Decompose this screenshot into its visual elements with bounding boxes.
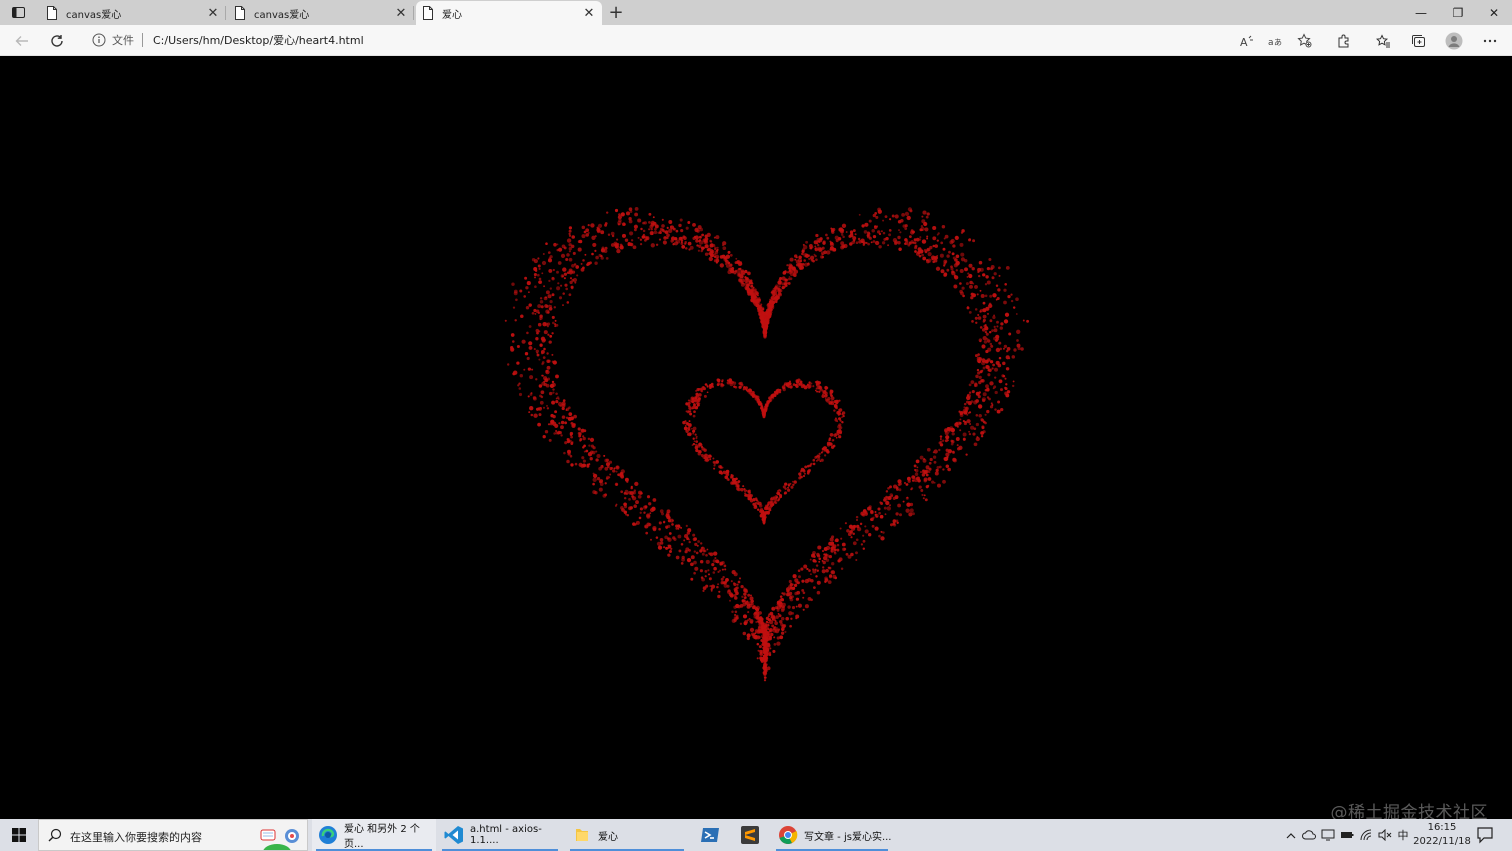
taskbar-app-folder[interactable]: 爱心 <box>566 819 688 851</box>
restore-button[interactable]: ❐ <box>1440 0 1476 25</box>
minimize-button[interactable]: — <box>1403 0 1439 25</box>
search-icon <box>48 828 62 842</box>
tab-actions-icon <box>11 7 25 18</box>
new-tab-button[interactable]: + <box>606 2 626 23</box>
chrome-icon <box>779 826 798 844</box>
wifi-icon <box>1360 829 1372 841</box>
svg-text:あ: あ <box>1274 38 1282 47</box>
clock-date: 2022/11/18 <box>1413 836 1471 847</box>
taskbar-app-edge[interactable]: 爱心 和另外 2 个页... <box>312 819 436 851</box>
back-arrow-icon <box>15 35 28 46</box>
tab-canvas-heart-1[interactable]: canvas爱心 ✕ <box>40 1 226 25</box>
taskbar-clock[interactable]: 16:15 2022/11/18 <box>1412 821 1472 849</box>
translate-icon: aあ <box>1268 38 1282 47</box>
tab-title: canvas爱心 <box>254 9 310 21</box>
refresh-button[interactable] <box>46 30 68 51</box>
search-highlight-icon[interactable] <box>259 826 305 850</box>
volume-muted-icon <box>1378 829 1392 841</box>
folder-icon <box>576 829 588 841</box>
read-aloud-button[interactable]: A <box>1236 30 1258 51</box>
close-icon: ✕ <box>1488 5 1500 20</box>
security-tray-button[interactable] <box>1321 828 1335 842</box>
powershell-icon <box>701 828 719 842</box>
battery-icon <box>1341 832 1354 838</box>
ime-label: 中 <box>1397 829 1409 842</box>
restore-icon: ❐ <box>1452 5 1464 20</box>
onedrive-tray-button[interactable] <box>1302 828 1316 842</box>
watermark: @稀土掘金技术社区 <box>1330 803 1488 819</box>
svg-text:A: A <box>1240 36 1248 47</box>
minimize-icon: — <box>1415 5 1427 20</box>
tab-strip: canvas爱心 ✕ canvas爱心 ✕ 爱心 ✕ + — ❐ ✕ <box>0 0 1512 25</box>
page-content: @稀土掘金技术社区 <box>0 56 1512 819</box>
volume-tray-button[interactable] <box>1378 828 1392 842</box>
chevron-up-icon <box>1286 832 1296 838</box>
translate-button[interactable]: aあ <box>1264 30 1286 51</box>
address-divider <box>142 33 143 47</box>
close-window-button[interactable]: ✕ <box>1476 0 1512 25</box>
clock-time: 16:15 <box>1427 822 1457 833</box>
tab-actions-button[interactable] <box>6 3 30 22</box>
refresh-icon <box>51 34 63 47</box>
monitor-icon <box>1321 829 1335 841</box>
page-icon <box>47 6 57 20</box>
tab-title: canvas爱心 <box>66 9 122 21</box>
read-aloud-icon: A <box>1240 35 1253 47</box>
collections-icon <box>1411 34 1425 47</box>
browser-toolbar: 文件 C:/Users/hm/Desktop/爱心/heart4.html A … <box>0 25 1512 56</box>
page-icon <box>235 6 245 20</box>
favorites-list-icon <box>1375 33 1390 47</box>
star-add-icon <box>1296 33 1311 48</box>
windows-logo-icon <box>12 828 26 842</box>
taskbar-app-powershell[interactable] <box>694 819 728 851</box>
add-favorite-button[interactable] <box>1293 30 1315 51</box>
vscode-icon <box>444 826 463 844</box>
tab-canvas-heart-2[interactable]: canvas爱心 ✕ <box>228 1 414 25</box>
cloud-icon <box>1302 830 1316 840</box>
start-button[interactable] <box>0 819 38 851</box>
taskbar-app-label: 爱心 <box>598 831 618 843</box>
network-tray-button[interactable] <box>1360 828 1374 842</box>
battery-tray-button[interactable] <box>1340 828 1354 842</box>
notification-icon[interactable] <box>1476 826 1494 844</box>
heart-canvas <box>504 207 1030 682</box>
more-icon <box>1483 39 1497 42</box>
taskbar-app-chrome[interactable]: 写文章 - js爱心实... <box>772 819 892 851</box>
edge-icon <box>319 826 337 844</box>
taskbar: 在这里输入你要搜索的内容 爱心 和另外 2 个页... a.html - axi… <box>0 819 1512 851</box>
taskbar-app-label: a.html - axios-1.1.... <box>470 824 542 846</box>
avatar <box>1445 32 1463 49</box>
plus-icon: + <box>608 2 624 23</box>
collections-button[interactable] <box>1407 30 1429 51</box>
svg-text:a: a <box>1268 38 1274 47</box>
taskbar-app-sublime[interactable] <box>734 819 768 851</box>
info-icon[interactable] <box>92 33 106 47</box>
puzzle-icon <box>1338 34 1349 47</box>
tab-close-icon[interactable]: ✕ <box>394 6 408 21</box>
tab-heart-active[interactable]: 爱心 ✕ <box>416 1 602 25</box>
show-hidden-icons-button[interactable] <box>1284 828 1298 842</box>
tab-close-icon[interactable]: ✕ <box>206 6 220 21</box>
search-placeholder: 在这里输入你要搜索的内容 <box>70 831 202 844</box>
extensions-button[interactable] <box>1333 30 1355 51</box>
taskbar-search-box[interactable]: 在这里输入你要搜索的内容 <box>38 819 308 851</box>
taskbar-app-label: 爱心 和另外 2 个页... <box>344 824 420 850</box>
settings-menu-button[interactable] <box>1479 30 1501 51</box>
tab-close-icon[interactable]: ✕ <box>582 6 596 21</box>
ime-indicator[interactable]: 中 <box>1396 828 1410 842</box>
taskbar-app-vscode[interactable]: a.html - axios-1.1.... <box>438 819 562 851</box>
favorites-button[interactable] <box>1372 30 1394 51</box>
scheme-label: 文件 <box>112 34 134 47</box>
profile-button[interactable] <box>1443 30 1465 51</box>
tab-title: 爱心 <box>442 9 462 21</box>
back-button[interactable] <box>11 30 33 51</box>
sublime-icon <box>741 826 759 844</box>
page-icon <box>423 6 433 20</box>
heart-particles <box>504 207 1030 682</box>
taskbar-app-label: 写文章 - js爱心实... <box>804 831 892 843</box>
url-text[interactable]: C:/Users/hm/Desktop/爱心/heart4.html <box>153 32 364 48</box>
